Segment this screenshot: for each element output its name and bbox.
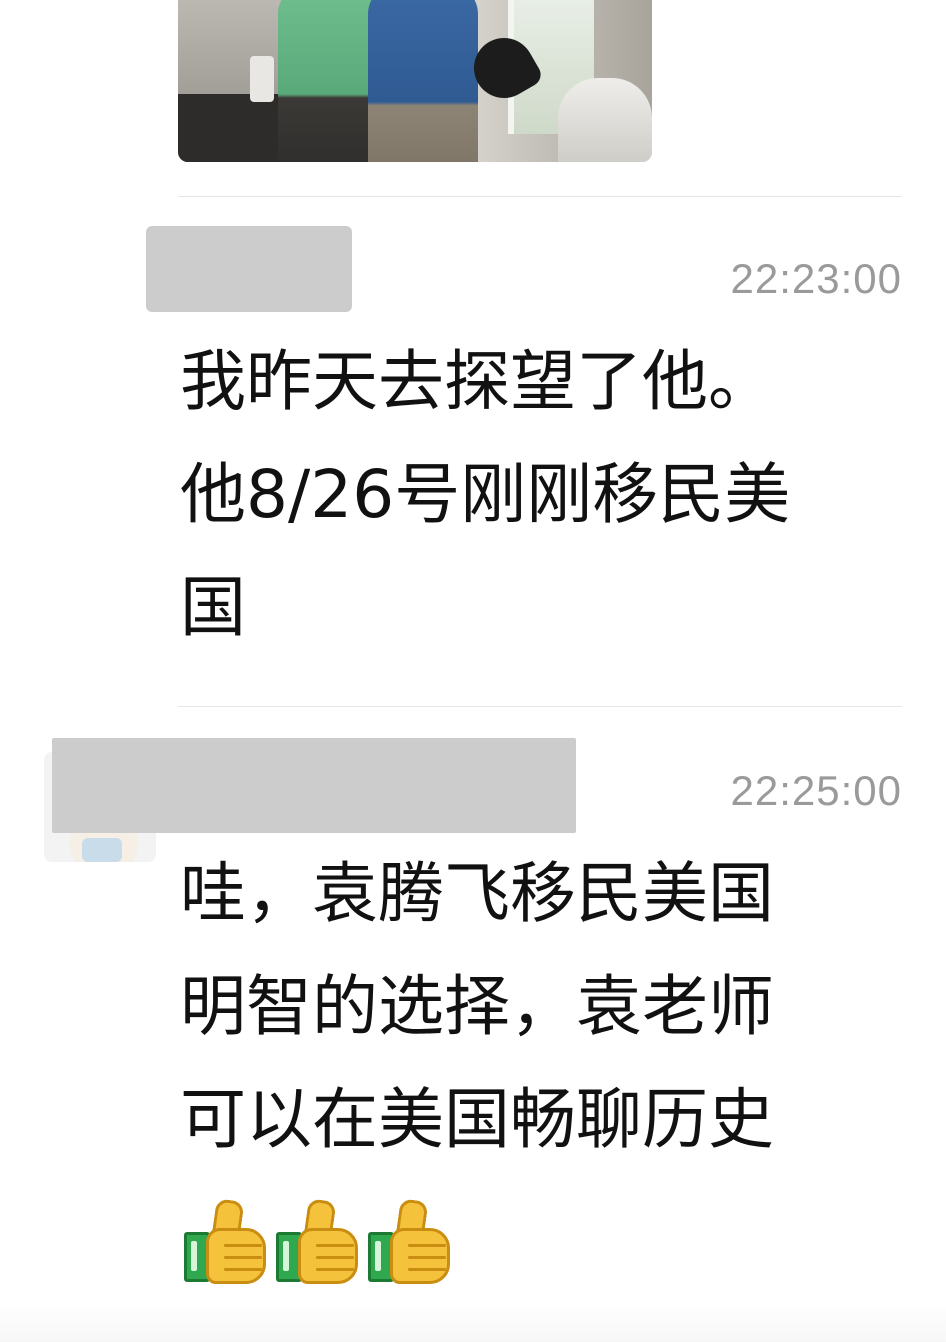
photo-table [558, 78, 652, 162]
message-divider [178, 706, 902, 707]
message-line: 他8/26号刚刚移民美 [180, 456, 791, 533]
bottom-edge [0, 1300, 946, 1342]
message-line: 可以在美国畅聊历史 [180, 1081, 774, 1158]
redacted-sender-name [52, 738, 576, 833]
thumbs-up-icon [276, 1198, 358, 1284]
message-divider [178, 196, 902, 197]
shared-photo[interactable] [178, 0, 652, 162]
photo-appliance [250, 56, 274, 102]
message-line: 哇，袁腾飞移民美国 [180, 855, 774, 932]
message-line: 国 [180, 569, 246, 646]
message-timestamp: 22:23:00 [730, 255, 902, 302]
message-text: 我昨天去探望了他。 他8/26号刚刚移民美 国 [180, 325, 790, 664]
message-text: 哇，袁腾飞移民美国 明智的选择，袁老师 可以在美国畅聊历史 [180, 837, 774, 1176]
thumbs-up-icon [184, 1198, 266, 1284]
message-line: 明智的选择，袁老师 [180, 968, 774, 1045]
photo-person-green-shirt [278, 0, 376, 162]
emoji-row [184, 1198, 450, 1284]
avatar-shirt [82, 838, 122, 862]
redacted-sender-name [146, 226, 352, 312]
thumbs-up-icon [368, 1198, 450, 1284]
photo-person-blue-shirt [368, 0, 478, 162]
message-line: 我昨天去探望了他。 [180, 343, 774, 420]
message-timestamp: 22:25:00 [730, 767, 902, 814]
